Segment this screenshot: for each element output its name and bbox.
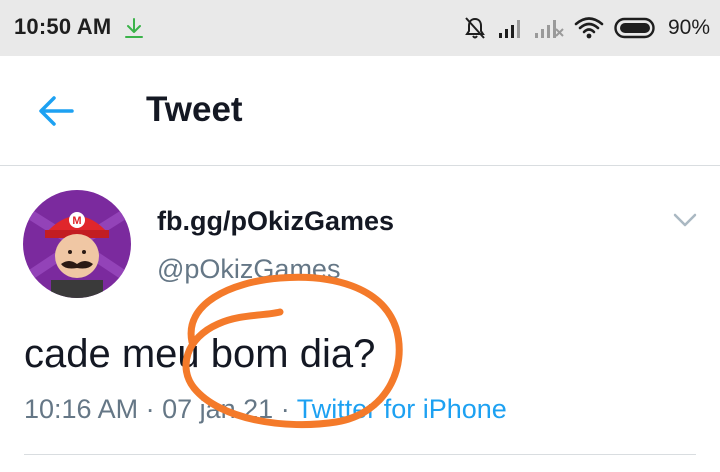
signal-icon	[498, 20, 520, 38]
tweet: M fb.gg/pOkizGames @pOkizGames cade meu …	[0, 166, 720, 472]
wifi-icon	[574, 17, 604, 39]
tweet-text: cade meu bom dia?	[24, 332, 376, 376]
bell-off-icon	[465, 17, 485, 39]
user-handle[interactable]: @pOkizGames	[157, 254, 340, 285]
display-name[interactable]: fb.gg/pOkizGames	[157, 206, 394, 237]
meta-separator-2: ·	[273, 394, 297, 424]
battery-icon	[614, 17, 655, 39]
status-icons: 90%	[462, 10, 710, 46]
tweet-date: 07 jan 21	[162, 394, 274, 424]
signal-no-service-icon	[534, 20, 564, 38]
avatar[interactable]: M	[23, 190, 131, 298]
divider	[24, 454, 696, 455]
app-bar: Tweet	[0, 56, 720, 166]
back-arrow-icon[interactable]	[36, 94, 76, 128]
tweet-time: 10:16 AM	[24, 394, 139, 424]
tweet-meta: 10:16 AM · 07 jan 21 · Twitter for iPhon…	[24, 394, 507, 425]
status-bar: 10:50 AM 90%	[0, 0, 720, 56]
tweet-source-link[interactable]: Twitter for iPhone	[297, 394, 507, 424]
battery-percentage: 90%	[667, 16, 710, 39]
download-icon	[125, 18, 143, 38]
chevron-down-icon[interactable]	[672, 210, 698, 230]
avatar-image: M	[23, 190, 131, 298]
status-time: 10:50 AM	[14, 14, 112, 39]
svg-text:M: M	[72, 215, 81, 227]
page-title: Tweet	[146, 90, 243, 129]
meta-separator: ·	[138, 394, 163, 424]
